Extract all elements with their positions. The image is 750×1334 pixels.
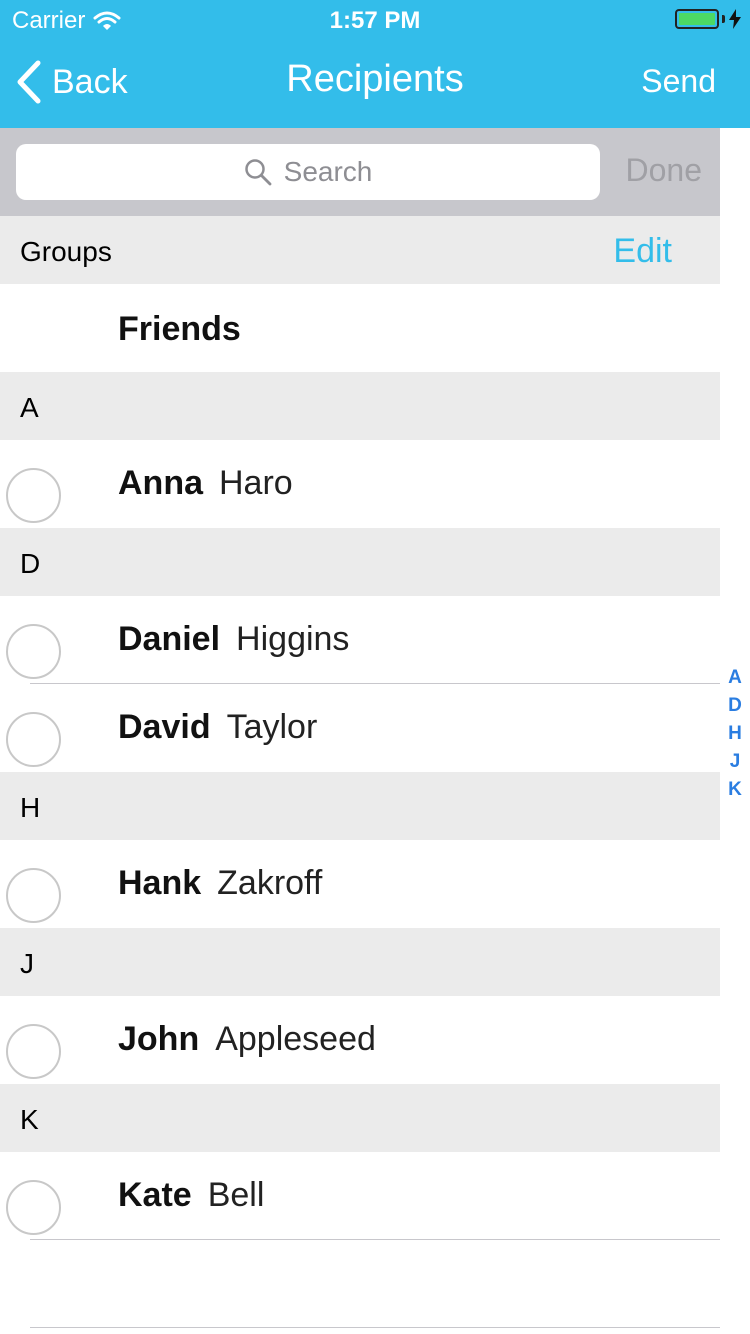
section-index[interactable]: A D H J K [720, 664, 750, 804]
index-letter-a[interactable]: A [728, 664, 742, 692]
contact-row[interactable]: Anna Haro [0, 440, 720, 528]
search-placeholder: Search [283, 156, 373, 187]
group-row-friends[interactable]: Friends [0, 284, 720, 372]
contact-row[interactable]: David Taylor [0, 684, 720, 772]
section-label: Groups [20, 236, 112, 267]
index-letter-k[interactable]: K [728, 776, 742, 804]
bolt-icon [729, 9, 741, 29]
search-input[interactable]: Search [16, 144, 600, 200]
section-header-a: A [0, 372, 720, 440]
search-icon [244, 159, 272, 186]
section-header-h: H [0, 772, 720, 840]
section-header-d: D [0, 528, 720, 596]
section-header-j: J [0, 928, 720, 996]
group-name: Friends [118, 310, 241, 348]
last-name: Higgins [236, 620, 350, 658]
navigation-bar: Back Recipients Send [0, 40, 750, 128]
selection-circle[interactable] [6, 1024, 61, 1079]
battery-icon [675, 9, 742, 29]
index-letter-h[interactable]: H [728, 720, 742, 748]
top-bar: Carrier 1:57 PM Back Recipients Send [0, 0, 750, 128]
contact-row[interactable]: Kate Bell [0, 1152, 720, 1240]
last-name: Taylor [226, 708, 318, 746]
selection-circle[interactable] [6, 624, 61, 679]
contact-row[interactable]: Daniel Higgins [0, 596, 720, 684]
selection-circle[interactable] [6, 1180, 61, 1235]
last-name: Zakroff [217, 864, 323, 902]
first-name: David [118, 708, 211, 746]
section-letter: J [20, 948, 34, 979]
contact-row[interactable]: Hank Zakroff [0, 840, 720, 928]
section-letter: K [20, 1104, 39, 1135]
selection-circle[interactable] [6, 868, 61, 923]
done-button[interactable]: Done [626, 152, 703, 189]
index-letter-j[interactable]: J [730, 748, 741, 776]
first-name: John [118, 1020, 200, 1058]
row-separator [30, 1239, 720, 1240]
first-name: Kate [118, 1176, 192, 1214]
section-letter: A [20, 392, 39, 423]
send-button[interactable]: Send [641, 63, 716, 100]
status-bar: Carrier 1:57 PM [0, 0, 750, 40]
last-name: Haro [219, 464, 293, 502]
selection-circle[interactable] [6, 712, 61, 767]
contact-row[interactable]: John Appleseed [0, 996, 720, 1084]
index-letter-d[interactable]: D [728, 692, 742, 720]
selection-circle[interactable] [6, 468, 61, 523]
section-header-groups: Groups Edit [0, 216, 720, 284]
section-letter: H [20, 792, 41, 823]
search-bar: Search Done [0, 128, 720, 216]
last-name: Appleseed [215, 1020, 376, 1058]
section-letter: D [20, 548, 41, 579]
row-separator [30, 1327, 720, 1328]
status-time: 1:57 PM [329, 7, 421, 34]
edit-button[interactable]: Edit [613, 232, 672, 271]
first-name: Hank [118, 864, 202, 902]
section-header-k: K [0, 1084, 720, 1152]
first-name: Anna [118, 464, 203, 502]
first-name: Daniel [118, 620, 221, 658]
page-title: Recipients [286, 58, 464, 100]
last-name: Bell [207, 1176, 265, 1214]
